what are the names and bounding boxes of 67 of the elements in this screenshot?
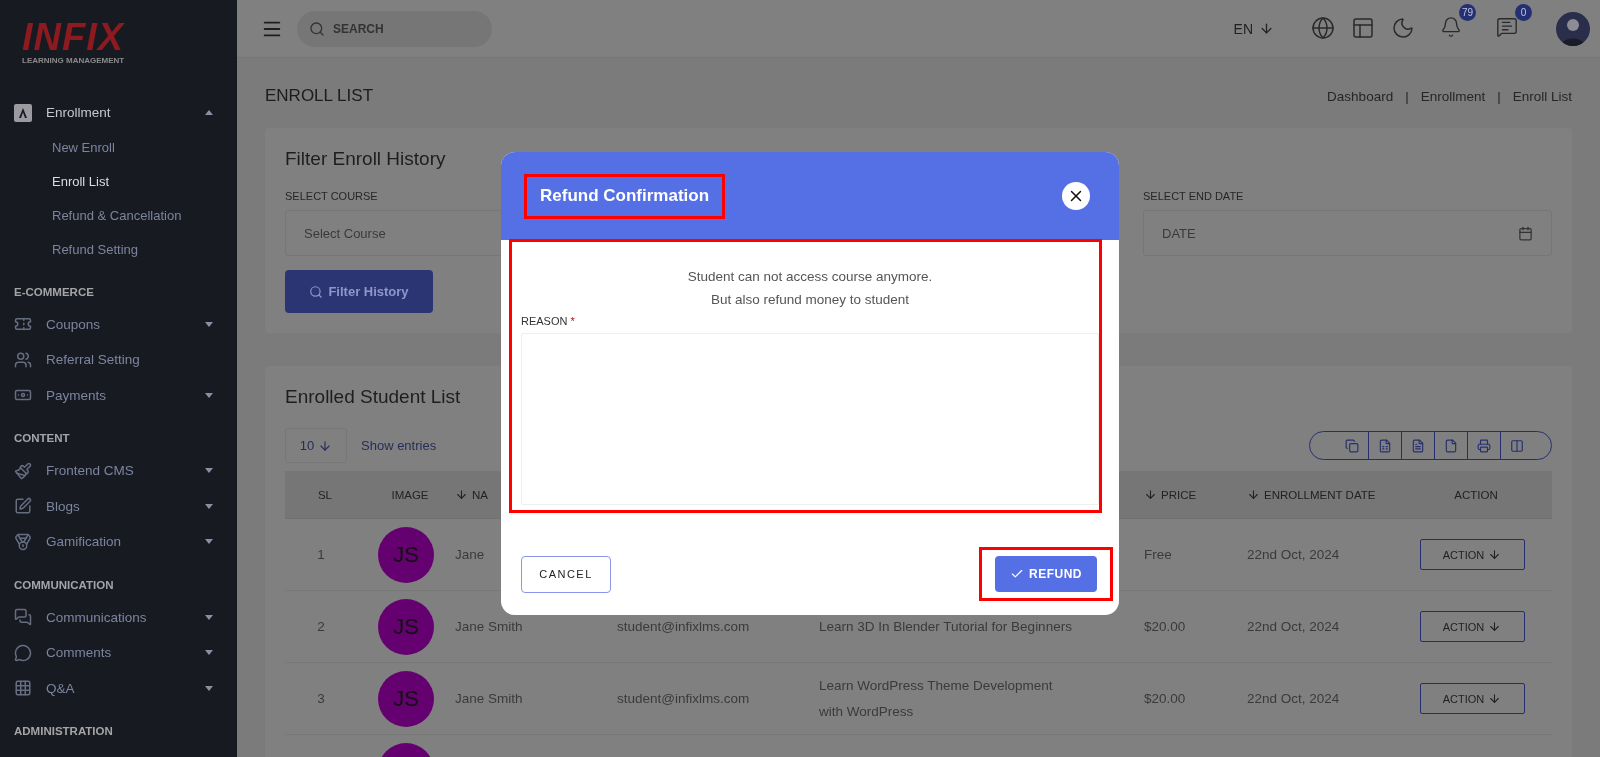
sidebar-item[interactable]: Q&A bbox=[0, 670, 237, 706]
table-cell: 3 bbox=[285, 663, 365, 735]
sidebar-item[interactable]: Communications bbox=[0, 599, 237, 635]
date-field[interactable]: DATE bbox=[1143, 210, 1552, 256]
submenu-item[interactable]: Refund Setting bbox=[0, 232, 237, 267]
logo-tagline: LEARNING MANAGEMENT bbox=[22, 56, 125, 66]
section-heading: ADMINISTRATION bbox=[13, 724, 114, 739]
breadcrumb-link[interactable]: Enrollment bbox=[1420, 88, 1486, 104]
entries-label: Show entries bbox=[361, 438, 437, 453]
sidebar-item[interactable]: Enrollment bbox=[0, 95, 237, 131]
dialog-title: Refund Confirmation bbox=[540, 186, 710, 206]
column-header: SL bbox=[285, 471, 365, 519]
sidebar-item[interactable]: Gamification bbox=[0, 524, 237, 560]
table-cell: 22nd Oct, 2024 bbox=[1247, 591, 1400, 663]
table-cell: 2 bbox=[285, 591, 365, 663]
table-cell: $20.00 bbox=[1144, 663, 1247, 735]
card-title: Filter Enroll History bbox=[285, 148, 447, 170]
table-cell: Jane Smith bbox=[455, 663, 617, 735]
refund-button[interactable]: REFUND bbox=[995, 556, 1097, 592]
field-label: SELECT COURSE bbox=[285, 190, 378, 202]
avatar-circle: JS bbox=[378, 670, 434, 727]
field-label: REASON * bbox=[521, 315, 576, 327]
submenu-item[interactable]: Refund & Cancellation bbox=[0, 198, 237, 233]
table-cell: 22nd Oct, 2024 bbox=[1247, 663, 1400, 735]
notification-badge: 79 bbox=[1458, 3, 1476, 21]
page-title: ENROLL LIST bbox=[265, 86, 374, 106]
avatar-circle: JS bbox=[378, 598, 434, 655]
action-button[interactable]: ACTION bbox=[1419, 683, 1525, 714]
breadcrumb-separator: | bbox=[1497, 88, 1501, 104]
table-cell: $20.00 bbox=[1144, 591, 1247, 663]
table-cell: Free bbox=[1144, 519, 1247, 591]
dialog-message: But also refund money to student bbox=[709, 291, 911, 309]
table-cell: student@infixlms.com bbox=[617, 663, 819, 735]
table-cell: Learn WordPress Theme Development with WordPress bbox=[819, 663, 1144, 735]
column-header: IMAGE bbox=[365, 471, 455, 519]
breadcrumb-link[interactable]: Enroll List bbox=[1512, 88, 1572, 104]
column-header[interactable]: ENROLLMENT DATE bbox=[1247, 471, 1400, 519]
breadcrumb-link[interactable]: Dashboard bbox=[1327, 88, 1394, 104]
filter-button[interactable]: Filter History bbox=[285, 270, 433, 313]
field-label: SELECT END DATE bbox=[1143, 190, 1244, 202]
entries-select[interactable]: 10 bbox=[285, 428, 347, 463]
sidebar-item[interactable]: Payments bbox=[0, 377, 237, 413]
submenu-item[interactable]: Enroll List bbox=[0, 164, 237, 199]
search-field[interactable]: SEARCH bbox=[297, 10, 492, 47]
breadcrumb-separator: | bbox=[1405, 88, 1409, 104]
sidebar-item[interactable]: Coupons bbox=[0, 306, 237, 342]
table-cell: 22nd Oct, 2024 bbox=[1247, 519, 1400, 591]
section-heading: CONTENT bbox=[13, 431, 71, 446]
cancel-button[interactable]: CANCEL bbox=[521, 555, 611, 593]
dialog-message: Student can not access course anymore. bbox=[686, 268, 934, 286]
sidebar-item[interactable]: Blogs bbox=[0, 488, 237, 524]
section-heading: COMMUNICATION bbox=[13, 577, 115, 593]
submenu-item[interactable]: New Enroll bbox=[0, 130, 237, 165]
sidebar-item[interactable]: Comments bbox=[0, 635, 237, 671]
avatar-circle: JS bbox=[378, 526, 434, 583]
action-button[interactable]: ACTION bbox=[1419, 611, 1525, 642]
column-header[interactable]: PRICE bbox=[1144, 471, 1247, 519]
sidebar-item[interactable]: Frontend CMS bbox=[0, 453, 237, 489]
logo-name: INFIX bbox=[22, 18, 125, 56]
sidebar-item[interactable]: Referral Setting bbox=[0, 342, 237, 378]
language-select[interactable]: EN bbox=[1233, 20, 1274, 37]
section-heading: E-COMMERCE bbox=[13, 284, 95, 300]
card-title: Enrolled Student List bbox=[285, 386, 462, 408]
message-badge: 0 bbox=[1515, 3, 1532, 21]
column-header: ACTION bbox=[1400, 471, 1552, 519]
table-cell: 1 bbox=[285, 519, 365, 591]
action-button[interactable]: ACTION bbox=[1419, 539, 1525, 570]
